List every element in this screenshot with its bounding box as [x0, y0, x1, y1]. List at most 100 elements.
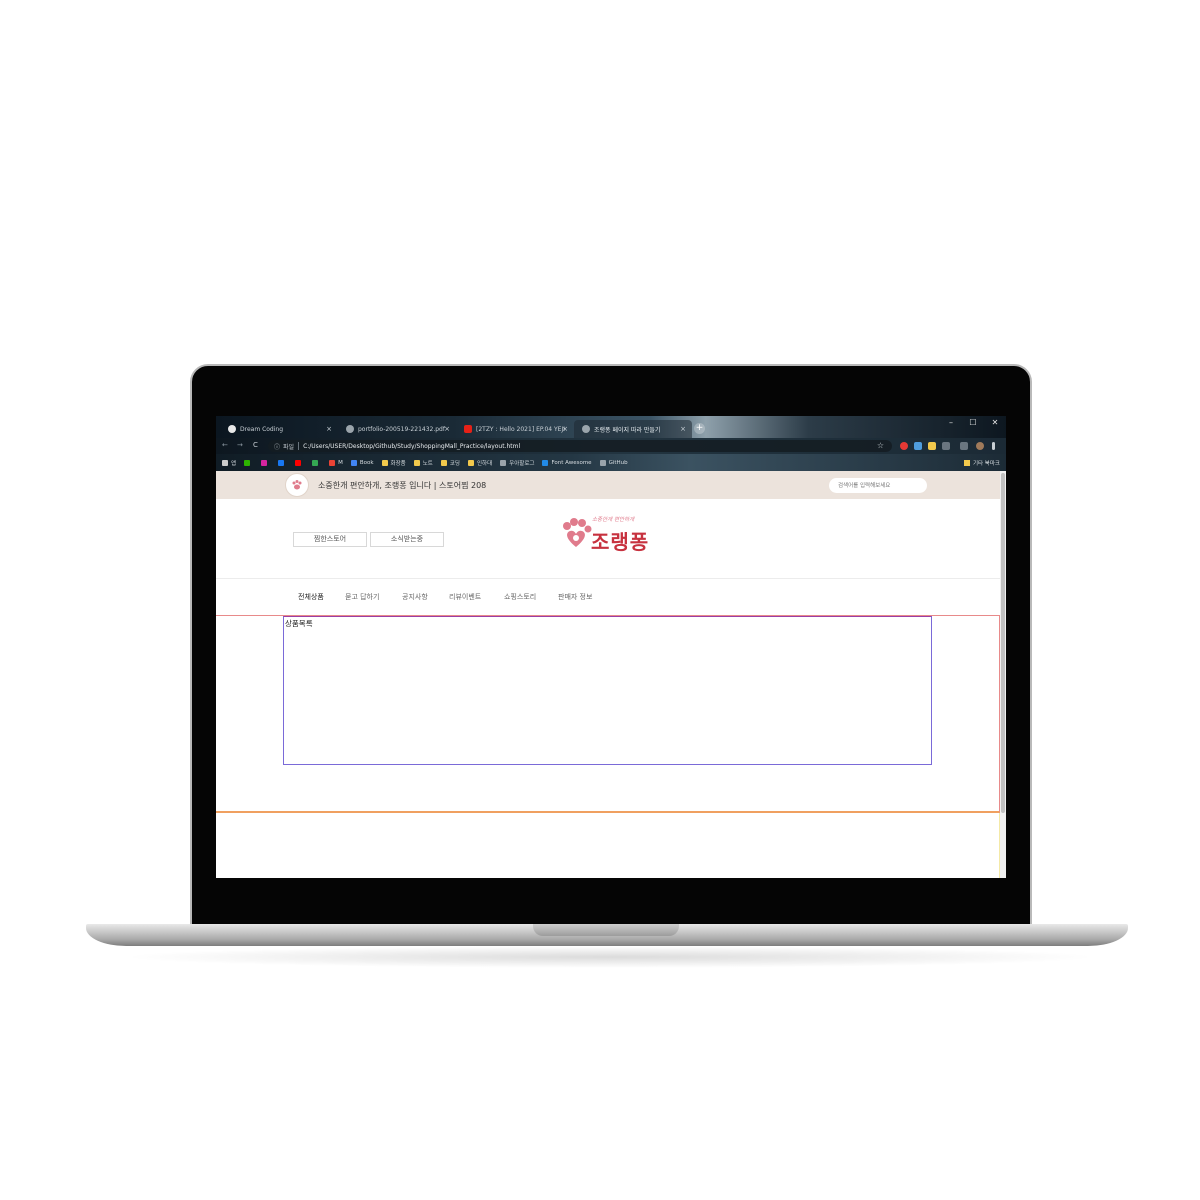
- search-input[interactable]: [829, 478, 927, 493]
- bookmark-item[interactable]: [261, 459, 270, 466]
- site-topbar: 소중한개 편안하개, 조랭퐁 입니다 | 스토어찜 208: [216, 471, 1000, 499]
- bookmark-icon: [440, 459, 447, 466]
- bookmark-icon: [467, 459, 474, 466]
- bookmark-item[interactable]: [278, 459, 287, 466]
- product-list-container: 상품목록: [283, 616, 932, 765]
- tab-label: portfolio-200519-221432.pdf: [358, 425, 445, 433]
- bookmark-label: 우아할로그: [509, 460, 535, 467]
- tab-close-icon[interactable]: ×: [562, 425, 568, 433]
- laptop-notch: [533, 924, 679, 936]
- reading-list-icon[interactable]: [960, 442, 968, 450]
- paw-icon: [292, 480, 302, 490]
- brand-name: 조랭퐁: [591, 530, 650, 554]
- bookmark-icon: [599, 459, 606, 466]
- minimize-button[interactable]: –: [940, 418, 962, 427]
- tab-close-icon[interactable]: ×: [326, 425, 332, 433]
- bookmark-icon: [261, 459, 268, 466]
- bookmark-icon: [222, 459, 228, 466]
- store-intro-text: 소중한개 편안하개, 조랭퐁 입니다 | 스토어찜 208: [318, 481, 487, 490]
- bookmark-item[interactable]: 앱: [222, 459, 236, 467]
- forward-icon[interactable]: →: [237, 441, 243, 449]
- brand-logo[interactable]: 소중한개 편안하개 조랭퐁: [560, 513, 660, 555]
- globe-icon: [346, 425, 354, 433]
- tab-close-icon[interactable]: ×: [444, 425, 450, 433]
- dream-coding-favicon-icon: [228, 425, 236, 433]
- bookmark-item[interactable]: [244, 459, 253, 466]
- subscribed-button[interactable]: 소식받는중: [370, 532, 444, 547]
- bookmark-icon: [329, 459, 336, 466]
- bookmark-label: 코딩: [449, 460, 460, 467]
- browser-tab[interactable]: Dream Coding ×: [220, 420, 338, 438]
- store-logo[interactable]: [285, 473, 309, 497]
- nav-item-shopping-story[interactable]: 쇼핑스토리: [504, 592, 536, 602]
- scrollbar-thumb[interactable]: [1001, 473, 1005, 813]
- bookmark-icon: [350, 459, 357, 466]
- bookmark-item[interactable]: [312, 459, 321, 466]
- paw-heart-icon: [563, 518, 592, 547]
- bookmark-item[interactable]: 우아할로그: [500, 459, 534, 467]
- bookmark-item[interactable]: 화장품: [381, 459, 406, 467]
- scrollbar[interactable]: [1000, 471, 1006, 878]
- bookmark-label: 인하대: [476, 460, 493, 467]
- bookmark-item[interactable]: GitHub: [599, 459, 628, 466]
- bookmark-item[interactable]: Book: [350, 459, 374, 466]
- nav-item-qna[interactable]: 묻고 답하기: [345, 592, 379, 602]
- bookmark-icon: [500, 459, 507, 466]
- nav-item-notice[interactable]: 공지사항: [402, 592, 428, 602]
- browser-tab-bar: Dream Coding × portfolio-200519-221432.p…: [216, 416, 1006, 438]
- bookmark-label: Font Awesome: [551, 459, 592, 466]
- browser-tab-active[interactable]: 조랭퐁 페이지 따라 만들기 ×: [574, 420, 692, 438]
- back-icon[interactable]: ←: [222, 441, 228, 449]
- browser-tab[interactable]: portfolio-200519-221432.pdf ×: [338, 420, 456, 438]
- browser-tab[interactable]: [2TZY : Hello 2021] EP.04 YEJI ×: [456, 420, 574, 438]
- close-window-button[interactable]: ✕: [984, 418, 1006, 427]
- bookmark-icon: [381, 459, 388, 466]
- bookmark-star-icon[interactable]: ☆: [877, 441, 884, 450]
- bookmark-icon: [244, 459, 251, 466]
- bookmark-label: 노트: [422, 460, 433, 467]
- tab-label: Dream Coding: [240, 425, 284, 433]
- bookmark-item[interactable]: 노트: [413, 459, 433, 467]
- nav-item-review-event[interactable]: 리뷰이벤트: [449, 592, 481, 602]
- nav-item-all-products[interactable]: 전체상품: [298, 592, 324, 602]
- bookmark-item[interactable]: M: [329, 459, 343, 466]
- puzzle-icon[interactable]: [942, 442, 950, 450]
- bookmark-item[interactable]: 인하대: [467, 459, 493, 467]
- extension-icon[interactable]: [900, 442, 908, 450]
- product-list-label: 상품목록: [285, 619, 313, 628]
- other-bookmarks-label: 기타 북마크: [972, 461, 1000, 467]
- tab-label: [2TZY : Hello 2021] EP.04 YEJI: [476, 425, 565, 433]
- bookmark-label: M: [338, 459, 343, 466]
- browser-toolbar: ← → C ⓘ 파일 C:/Users/USER/Desktop/Github/…: [216, 438, 1006, 454]
- bookmark-item[interactable]: [295, 459, 304, 466]
- tab-close-icon[interactable]: ×: [680, 425, 686, 433]
- bookmark-item[interactable]: 코딩: [440, 459, 460, 467]
- bookmark-item[interactable]: Font Awesome: [542, 459, 592, 466]
- menu-kebab-icon[interactable]: [992, 442, 995, 450]
- bookmark-icon: [413, 459, 420, 466]
- info-icon[interactable]: ⓘ: [274, 442, 280, 451]
- address-bar[interactable]: ⓘ 파일 C:/Users/USER/Desktop/Github/Study/…: [268, 440, 892, 452]
- bookmark-icon: [278, 459, 285, 466]
- bookmark-icon: [542, 459, 549, 466]
- bookmark-icon: [295, 459, 302, 466]
- nav-item-seller-info[interactable]: 판매자 정보: [558, 592, 592, 602]
- youtube-icon: [464, 425, 472, 433]
- category-nav: 전체상품 묻고 답하기 공지사항 리뷰이벤트 쇼핑스토리 판매자 정보: [216, 579, 1000, 615]
- maximize-button[interactable]: ☐: [962, 418, 984, 427]
- extension-icon[interactable]: [928, 442, 936, 450]
- url-text[interactable]: C:/Users/USER/Desktop/Github/Study/Shopp…: [303, 443, 520, 450]
- liked-store-button[interactable]: 찜한스토어: [293, 532, 367, 547]
- extension-icon[interactable]: [914, 442, 922, 450]
- page-viewport: 소중한개 편안하개, 조랭퐁 입니다 | 스토어찜 208 찜한스토어 소식받는…: [216, 471, 1006, 878]
- reload-icon[interactable]: C: [253, 441, 258, 449]
- bookmark-label: GitHub: [608, 459, 628, 466]
- tab-label: 조랭퐁 페이지 따라 만들기: [594, 426, 661, 434]
- profile-avatar-icon[interactable]: [976, 442, 984, 450]
- scheme-label: 파일: [283, 443, 295, 451]
- laptop-shadow: [120, 946, 1100, 968]
- new-tab-button[interactable]: +: [694, 423, 705, 434]
- divider: [298, 442, 300, 450]
- site-header: 찜한스토어 소식받는중 소중한개 편안하개 조랭퐁: [216, 499, 1000, 579]
- other-bookmarks[interactable]: 기타 북마크: [963, 459, 1000, 467]
